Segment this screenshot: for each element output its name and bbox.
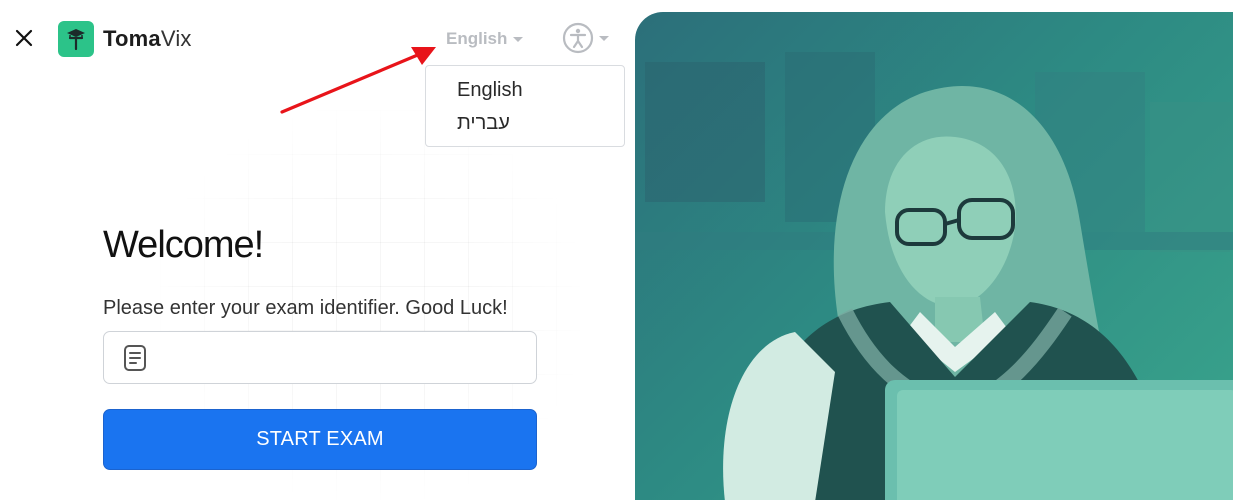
start-exam-button[interactable]: START EXAM — [103, 409, 537, 470]
chevron-down-icon — [513, 36, 524, 42]
close-icon — [15, 29, 33, 47]
logo-text-regular: Vix — [160, 26, 192, 51]
document-icon — [124, 345, 146, 371]
annotation-arrow — [280, 47, 436, 114]
logo-text: TomaVix — [103, 26, 192, 52]
language-toggle[interactable]: English — [446, 28, 524, 50]
chevron-down-icon — [599, 35, 609, 41]
accessibility-icon — [562, 22, 594, 54]
exam-id-input[interactable] — [160, 332, 528, 383]
accessibility-toggle[interactable] — [562, 22, 609, 54]
exam-id-field[interactable] — [103, 331, 537, 384]
close-button[interactable] — [8, 22, 40, 54]
language-option-english[interactable]: English — [426, 74, 624, 107]
page-subtitle: Please enter your exam identifier. Good … — [103, 297, 508, 319]
student-illustration — [635, 52, 1233, 500]
logo[interactable]: TomaVix — [58, 21, 192, 57]
hero-image — [635, 12, 1233, 500]
language-dropdown-menu: English עברית — [425, 65, 625, 147]
logo-text-bold: Toma — [103, 26, 161, 51]
logo-icon — [58, 21, 94, 57]
language-option-hebrew[interactable]: עברית — [426, 107, 624, 140]
language-toggle-label: English — [446, 29, 508, 48]
page-title: Welcome! — [103, 224, 264, 266]
